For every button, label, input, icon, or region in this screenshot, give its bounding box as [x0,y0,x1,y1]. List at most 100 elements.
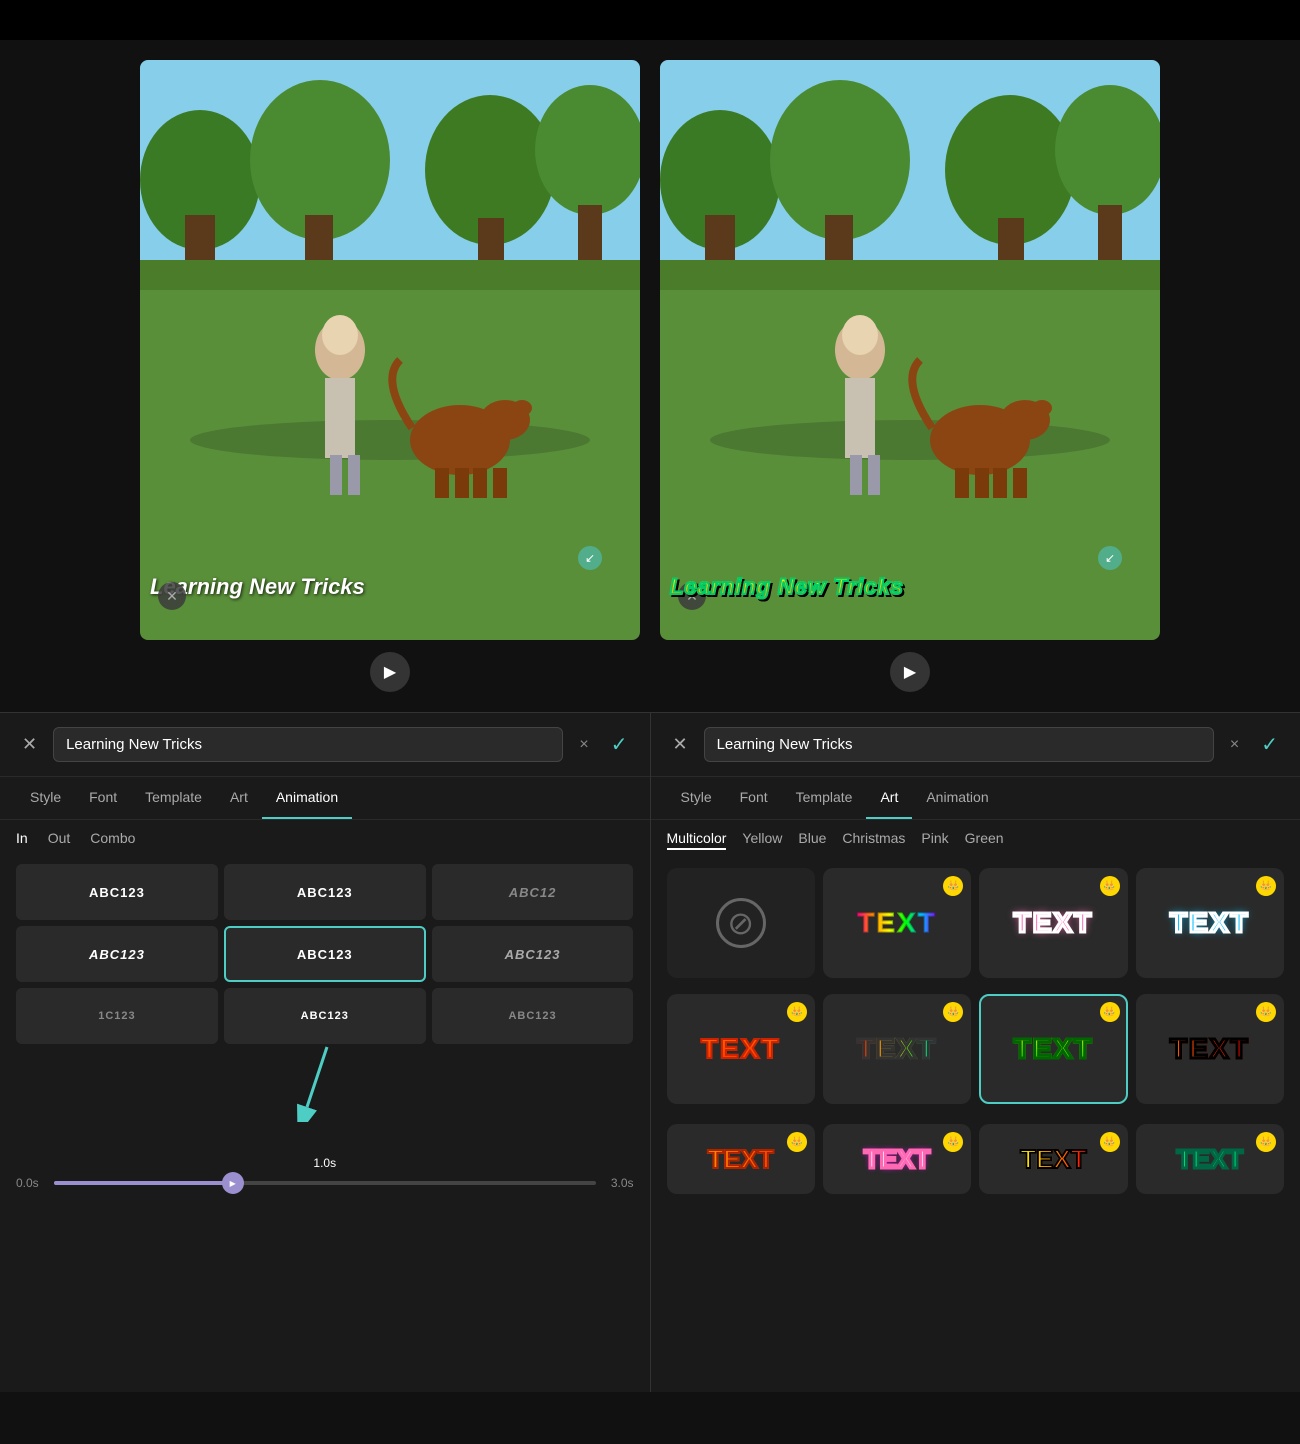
caption-overlay-left: ✕ Learning New Tricks ↙ [150,574,610,600]
anim-cell-1[interactable]: ABC123 [16,864,218,920]
tab-left-template[interactable]: Template [131,777,216,819]
subtab-row: In Out Combo [0,820,650,856]
art-grid-row2: 👑 TEXT 👑 TEXT 👑 TEXT 👑 TEXT [651,986,1300,1112]
anim-label-8: ABC123 [301,1010,349,1022]
art-cell-b1[interactable]: 👑 TEXT [667,1124,815,1194]
tab-left-font[interactable]: Font [75,777,131,819]
close-right-button[interactable]: ✕ [667,732,694,757]
anim-cell-2[interactable]: ABC123 [224,864,426,920]
timeline-end: 3.0s [604,1176,634,1190]
close-caption-left[interactable]: ✕ [158,582,186,610]
anim-cell-3[interactable]: ABC12 [432,864,634,920]
art-cell-green-yellow[interactable]: 👑 TEXT [979,994,1127,1104]
tab-row-right: Style Font Template Art Animation [651,777,1300,820]
art-label-orange: TEXT [701,1033,781,1065]
crown-b1: 👑 [787,1132,807,1152]
art-label-rainbow: TEXT [857,907,937,939]
anim-label-1: ABC123 [89,885,145,900]
art-cell-orange[interactable]: 👑 TEXT [667,994,815,1104]
tab-right-font[interactable]: Font [726,777,782,819]
art-grid-row3: 👑 TEXT 👑 TEXT 👑 TEXT 👑 TEXT [651,1116,1300,1202]
tab-right-style[interactable]: Style [667,777,726,819]
anim-label-2: ABC123 [297,885,353,900]
timeline-area: 1.0s 0.0s ▶ 3.0s [0,1140,650,1206]
video-scene-right [660,60,1160,640]
animation-grid: ABC123 ABC123 ABC12 ABC123 ABC123 ABC123… [0,856,650,1052]
art-label-blue: TEXT [1170,907,1250,939]
filter-multicolor[interactable]: Multicolor [667,830,727,850]
crown-pink: 👑 [1100,876,1120,896]
art-filter-row: Multicolor Yellow Blue Christmas Pink Gr… [651,820,1300,860]
video-scene-left [140,60,640,640]
anim-cell-6[interactable]: ABC123 [432,926,634,982]
clear-right-button[interactable]: × [1224,734,1245,756]
timeline-thumb[interactable]: ▶ [222,1172,244,1194]
text-input-right[interactable] [704,727,1214,762]
play-button-left[interactable]: ▶ [370,652,410,692]
tab-left-art[interactable]: Art [216,777,262,819]
anim-cell-7[interactable]: 1C123 [16,988,218,1044]
filter-pink[interactable]: Pink [921,830,948,850]
anim-label-6: ABC123 [505,947,561,962]
video-area: ✕ Learning New Tricks ↙ ▶ [0,40,1300,712]
tab-right-art[interactable]: Art [866,777,912,819]
crown-multicolor: 👑 [943,1002,963,1022]
bottom-area: ✕ × ✓ Style Font Template Art Animation … [0,712,1300,1392]
play-button-right[interactable]: ▶ [890,652,930,692]
resize-handle-right[interactable]: ↙ [1098,546,1122,570]
art-cell-b3[interactable]: 👑 TEXT [979,1124,1127,1194]
art-cell-multicolor[interactable]: 👑 TEXT [823,994,971,1104]
anim-cell-5[interactable]: ABC123 [224,926,426,982]
timeline-bar[interactable]: ▶ [54,1181,596,1185]
art-cell-dark-outline[interactable]: 👑 TEXT [1136,994,1284,1104]
art-cell-rainbow[interactable]: 👑 TEXT [823,868,971,978]
art-cell-pink-outline[interactable]: 👑 TEXT [979,868,1127,978]
crown-blue: 👑 [1256,876,1276,896]
top-bar [0,0,1300,40]
crown-b4: 👑 [1256,1132,1276,1152]
anim-label-7: 1C123 [98,1010,135,1022]
filter-yellow[interactable]: Yellow [742,830,782,850]
caption-overlay-right: ✕ Learning New Tricks ↙ [670,574,1130,600]
anim-label-4: ABC123 [89,947,145,962]
video-frame-left: ✕ Learning New Tricks ↙ [140,60,640,640]
art-label-green-yellow: TEXT [1014,1033,1094,1065]
art-cell-b4[interactable]: 👑 TEXT [1136,1124,1284,1194]
timeline-start: 0.0s [16,1176,46,1190]
filter-green[interactable]: Green [965,830,1004,850]
video-frame-right: ✕ Learning New Tricks ↙ [660,60,1160,640]
arrow-area [0,1052,650,1132]
text-input-left[interactable] [53,727,563,762]
tab-row-left: Style Font Template Art Animation [0,777,650,820]
confirm-right-button[interactable]: ✓ [1255,730,1284,759]
tab-left-animation[interactable]: Animation [262,777,352,819]
arrow-annotation [247,1042,447,1122]
crown-orange: 👑 [787,1002,807,1022]
art-cell-blue-outline[interactable]: 👑 TEXT [1136,868,1284,978]
art-label-b3: TEXT [1020,1144,1086,1175]
timeline-fill [54,1181,233,1185]
filter-blue[interactable]: Blue [798,830,826,850]
panel-left: ✕ × ✓ Style Font Template Art Animation … [0,713,651,1392]
tab-right-animation[interactable]: Animation [912,777,1002,819]
anim-cell-8[interactable]: ABC123 [224,988,426,1044]
art-label-b1: TEXT [707,1144,773,1175]
close-left-button[interactable]: ✕ [16,732,43,757]
art-cell-none[interactable]: ⊘ [667,868,815,978]
subtab-out[interactable]: Out [48,830,71,846]
subtab-combo[interactable]: Combo [90,830,135,846]
video-panel-right: ✕ Learning New Tricks ↙ ▶ [660,60,1160,692]
anim-label-9: ABC123 [508,1010,556,1022]
art-cell-b2[interactable]: 👑 TEXT [823,1124,971,1194]
art-label-b4: TEXT [1177,1144,1243,1175]
anim-label-3: ABC12 [509,885,557,900]
clear-left-button[interactable]: × [573,734,594,756]
tab-left-style[interactable]: Style [16,777,75,819]
confirm-left-button[interactable]: ✓ [605,730,634,759]
filter-christmas[interactable]: Christmas [842,830,905,850]
tab-right-template[interactable]: Template [782,777,867,819]
anim-cell-9[interactable]: ABC123 [432,988,634,1044]
anim-cell-4[interactable]: ABC123 [16,926,218,982]
subtab-in[interactable]: In [16,830,28,846]
resize-handle-left[interactable]: ↙ [578,546,602,570]
